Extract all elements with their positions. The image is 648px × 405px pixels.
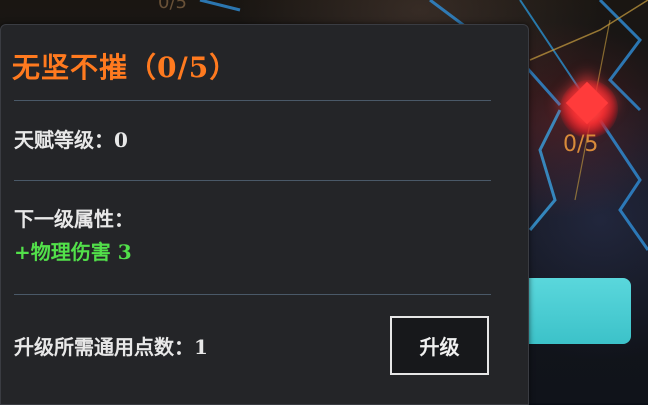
next-level-heading: 下一级属性： <box>14 207 134 231</box>
upgrade-button[interactable]: 升级 <box>390 316 489 375</box>
talent-level-label: 天赋等级：0 <box>14 128 128 152</box>
talent-title: 无坚不摧（0/5） <box>12 51 239 84</box>
divider <box>14 180 491 181</box>
top-node-progress: 0/5 <box>158 0 187 13</box>
upgrade-cost-label: 升级所需通用点数：1 <box>14 335 208 359</box>
talent-node-progress: 0/5 <box>563 132 599 157</box>
divider <box>14 100 491 101</box>
divider <box>14 294 491 295</box>
next-level-bonus: +物理伤害 3 <box>14 240 132 264</box>
